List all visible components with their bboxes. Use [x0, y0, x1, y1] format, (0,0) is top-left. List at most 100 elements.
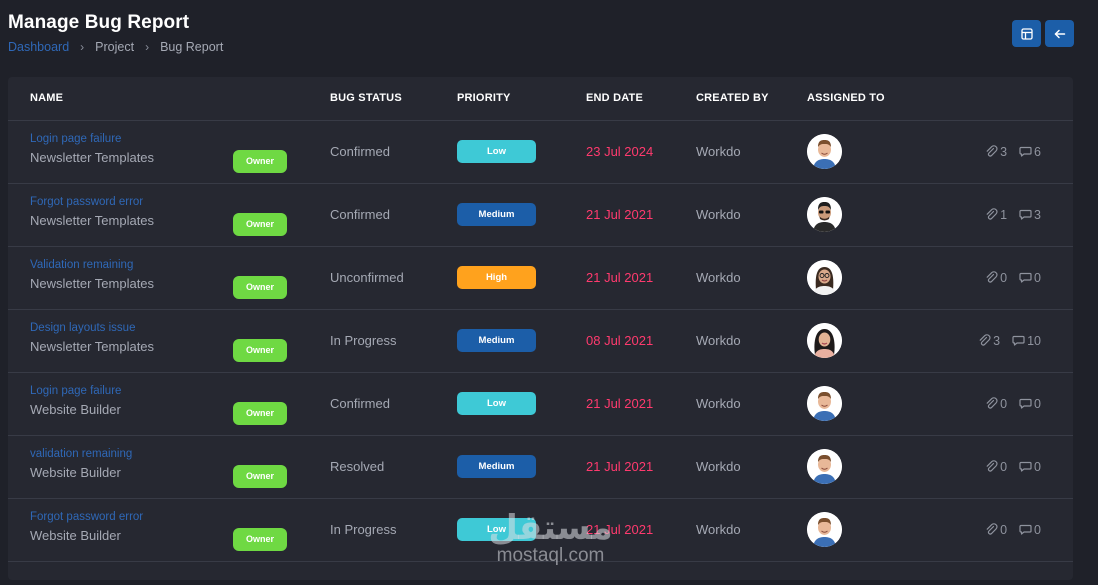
priority-badge: Low: [457, 392, 536, 415]
created-by-cell: Workdo: [696, 183, 807, 247]
name-cell: Forgot password error Website Builder Owne…: [8, 498, 330, 562]
meta: 00: [915, 523, 1073, 537]
priority-cell: High: [457, 246, 586, 310]
meta-cell: 00: [915, 372, 1073, 436]
comments-count[interactable]: 0: [1019, 271, 1041, 285]
page-title: Manage Bug Report: [8, 12, 190, 33]
avatar[interactable]: [807, 260, 842, 295]
meta-cell: 00: [915, 435, 1073, 499]
name-wrap: Login page failure Website Builder Owner: [30, 373, 330, 435]
arrow-left-icon: [1054, 29, 1065, 38]
bug-status: Confirmed: [330, 144, 390, 159]
column-header-bug-status[interactable]: BUG STATUS: [330, 77, 457, 121]
avatar[interactable]: [807, 512, 842, 547]
bug-status: Confirmed: [330, 396, 390, 411]
paperclip-icon: [986, 145, 998, 157]
comment-icon: [1019, 524, 1032, 535]
breadcrumb-dashboard-link[interactable]: Dashboard: [8, 40, 69, 54]
attachments-count[interactable]: 3: [985, 145, 1007, 159]
attachments-count[interactable]: 0: [985, 397, 1007, 411]
end-date: 21 Jul 2021: [586, 522, 654, 537]
attachments-count[interactable]: 0: [985, 523, 1007, 537]
column-header-meta: [915, 77, 1073, 121]
name-cell: Forgot password error Newsletter Template…: [8, 183, 330, 247]
attachments-count[interactable]: 0: [985, 271, 1007, 285]
meta-cell: 00: [915, 498, 1073, 562]
bug-title-link[interactable]: Forgot password error: [30, 196, 143, 208]
meta: 36: [915, 145, 1073, 159]
column-header-priority[interactable]: PRIORITY: [457, 77, 586, 121]
comments-count[interactable]: 0: [1019, 523, 1041, 537]
name-cell: Validation remaining Newsletter Templates…: [8, 246, 330, 310]
assigned-to-cell: [807, 309, 915, 373]
bug-project-name: Newsletter Templates: [30, 275, 155, 291]
created-by: Workdo: [696, 522, 741, 537]
comment-icon: [1019, 146, 1032, 157]
end-date-cell: 08 Jul 2021: [586, 309, 696, 373]
end-date-cell: 23 Jul 2024: [586, 120, 696, 184]
meta-cell: 00: [915, 246, 1073, 310]
comments-count[interactable]: 0: [1019, 460, 1041, 474]
table-row: Design layouts issue Newsletter Templates…: [8, 309, 1073, 373]
bug-title-link[interactable]: Login page failure: [30, 385, 121, 397]
bug-title-link[interactable]: Login page failure: [30, 133, 121, 145]
paperclip-icon: [986, 208, 998, 220]
status-cell: Confirmed: [330, 120, 457, 184]
name-cell: Design layouts issue Newsletter Templates…: [8, 309, 330, 373]
created-by: Workdo: [696, 333, 741, 348]
breadcrumb-project[interactable]: Project: [95, 40, 134, 54]
bug-title-link[interactable]: Validation remaining: [30, 259, 133, 271]
end-date: 21 Jul 2021: [586, 207, 654, 222]
bug-title-link[interactable]: Forgot password error: [30, 511, 143, 523]
meta-cell: 3 10: [915, 309, 1073, 373]
name-wrap: Login page failure Newsletter Templates Ow…: [30, 121, 330, 183]
bug-title-link[interactable]: validation remaining: [30, 448, 132, 460]
avatar[interactable]: [807, 197, 842, 232]
priority-badge: Medium: [457, 329, 536, 352]
owner-badge: Owner: [233, 464, 287, 488]
comments-count[interactable]: 0: [1019, 397, 1041, 411]
comment-icon: [1019, 398, 1032, 409]
priority-badge: Medium: [457, 455, 536, 478]
comments-value: 0: [1034, 522, 1041, 537]
created-by-cell: Workdo: [696, 309, 807, 373]
priority-cell: Low: [457, 120, 586, 184]
priority-cell: Medium: [457, 183, 586, 247]
comments-count[interactable]: 6: [1019, 145, 1041, 159]
status-cell: In Progress: [330, 498, 457, 562]
comments-value: 3: [1034, 207, 1041, 222]
avatar[interactable]: [807, 134, 842, 169]
assigned-to-cell: [807, 120, 915, 184]
grid-view-button[interactable]: [1012, 20, 1041, 47]
back-button[interactable]: [1045, 20, 1074, 47]
bug-status: In Progress: [330, 333, 397, 348]
name-cell: Login page failure Website Builder Owner: [8, 372, 330, 436]
avatar[interactable]: [807, 449, 842, 484]
column-header-created-by[interactable]: CREATED BY: [696, 77, 807, 121]
column-header-assigned-to[interactable]: ASSIGNED TO: [807, 77, 915, 121]
comments-count[interactable]: 10: [1012, 334, 1041, 348]
name-cell: Login page failure Newsletter Templates Ow…: [8, 120, 330, 184]
end-date-cell: 21 Jul 2021: [586, 372, 696, 436]
comments-count[interactable]: 3: [1019, 208, 1041, 222]
name-wrap: Design layouts issue Newsletter Templates…: [30, 310, 330, 372]
column-header-name[interactable]: NAME: [8, 77, 330, 121]
avatar[interactable]: [807, 386, 842, 421]
breadcrumb: Dashboard › Project › Bug Report: [8, 40, 223, 54]
priority-cell: Low: [457, 372, 586, 436]
attachments-count[interactable]: 3: [978, 334, 1000, 348]
comment-icon: [1019, 461, 1032, 472]
priority-cell: Medium: [457, 309, 586, 373]
header-actions: [1012, 20, 1074, 47]
status-cell: Confirmed: [330, 183, 457, 247]
column-header-end-date[interactable]: END DATE: [586, 77, 696, 121]
created-by-cell: Workdo: [696, 435, 807, 499]
comments-value: 6: [1034, 144, 1041, 159]
bug-title-link[interactable]: Design layouts issue: [30, 322, 135, 334]
table-row: Forgot password error Newsletter Template…: [8, 183, 1073, 247]
attachments-count[interactable]: 0: [985, 460, 1007, 474]
attachments-count[interactable]: 1: [985, 208, 1007, 222]
end-date: 08 Jul 2021: [586, 333, 654, 348]
avatar[interactable]: [807, 323, 842, 358]
bug-project-name: Website Builder: [30, 527, 121, 543]
